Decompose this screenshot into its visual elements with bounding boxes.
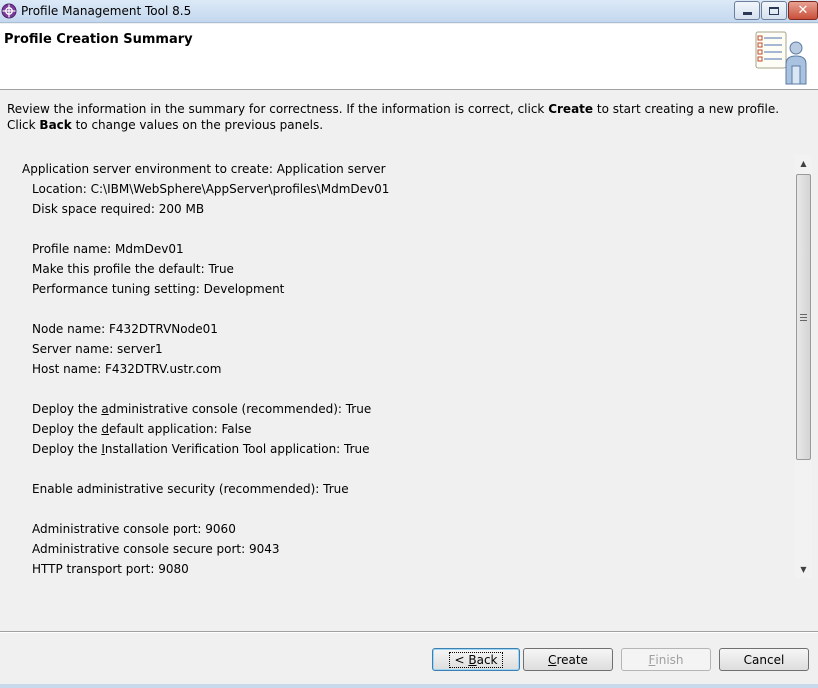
back-button[interactable]: < Back <box>432 648 520 671</box>
summary-admin-secure-port: Administrative console secure port: 9043 <box>32 542 280 556</box>
window-bottom-border <box>0 684 818 688</box>
app-icon <box>1 3 17 19</box>
summary-admin-security: Enable administrative security (recommen… <box>32 482 349 496</box>
maximize-button[interactable] <box>761 1 787 20</box>
grip-icon <box>800 313 807 321</box>
scroll-thumb[interactable] <box>796 174 811 460</box>
vertical-scrollbar[interactable]: ▲ ▼ <box>795 155 812 578</box>
summary-admin-console: Deploy the administrative console (recom… <box>32 402 372 416</box>
title-bar: Profile Management Tool 8.5 ✕ <box>0 0 818 23</box>
window-title: Profile Management Tool 8.5 <box>21 4 192 18</box>
scroll-up-icon[interactable]: ▲ <box>795 155 812 172</box>
window-controls: ✕ <box>733 1 818 20</box>
minimize-button[interactable] <box>734 1 760 20</box>
summary-default-app: Deploy the default application: False <box>32 422 252 436</box>
cancel-button[interactable]: Cancel <box>719 648 809 671</box>
scroll-down-icon[interactable]: ▼ <box>795 561 812 578</box>
summary-node-name: Node name: F432DTRVNode01 <box>32 322 218 336</box>
summary-pane[interactable]: Application server environment to create… <box>6 155 812 578</box>
back-keyword: Back <box>39 118 72 132</box>
profile-summary-icon <box>755 31 807 85</box>
summary-default-profile: Make this profile the default: True <box>32 262 234 276</box>
summary-disk-space: Disk space required: 200 MB <box>32 202 205 216</box>
summary-location: Location: C:\IBM\WebSphere\AppServer\pro… <box>32 182 390 196</box>
create-button[interactable]: Create <box>523 648 613 671</box>
wizard-header: Profile Creation Summary <box>0 24 818 90</box>
button-divider <box>0 631 818 633</box>
summary-admin-port: Administrative console port: 9060 <box>32 522 236 536</box>
close-button[interactable]: ✕ <box>788 1 818 20</box>
finish-button[interactable]: Finish <box>621 648 711 671</box>
summary-http-port: HTTP transport port: 9080 <box>32 562 189 576</box>
create-keyword: Create <box>548 102 594 116</box>
summary-profile-name: Profile name: MdmDev01 <box>32 242 184 256</box>
maximize-icon <box>769 6 779 15</box>
close-icon: ✕ <box>797 3 809 18</box>
intro-text: Review the information in the summary fo… <box>7 102 780 132</box>
summary-server-name: Server name: server1 <box>32 342 163 356</box>
summary-ivt-app: Deploy the Installation Verification Too… <box>32 442 370 456</box>
summary-tuning: Performance tuning setting: Development <box>32 282 285 296</box>
page-title: Profile Creation Summary <box>4 32 193 47</box>
summary-host-name: Host name: F432DTRV.ustr.com <box>32 362 222 376</box>
summary-content: Application server environment to create… <box>22 161 782 578</box>
summary-environment: Application server environment to create… <box>22 162 386 176</box>
minimize-icon <box>742 12 752 15</box>
